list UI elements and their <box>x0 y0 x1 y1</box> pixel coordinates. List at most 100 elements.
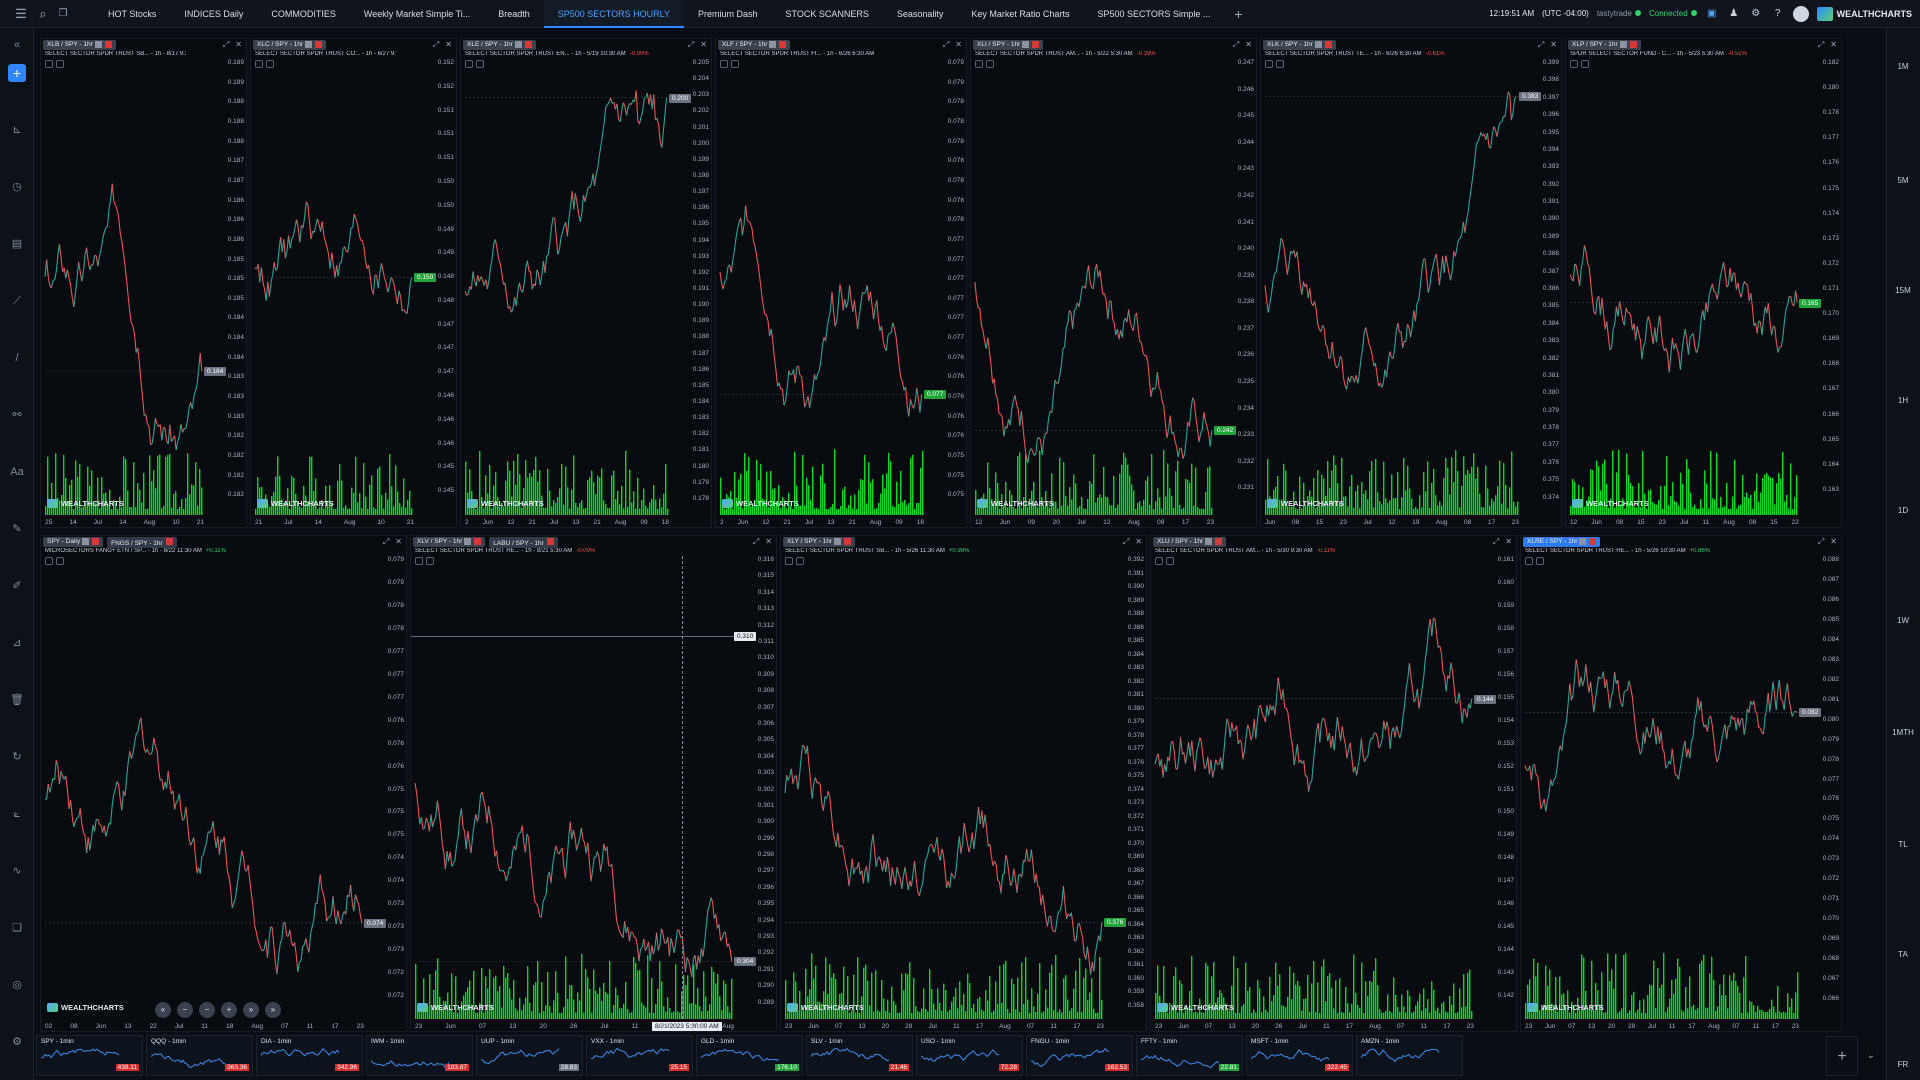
scroll-end-button[interactable]: » <box>265 1002 281 1018</box>
tab-1[interactable]: INDICES Daily <box>170 0 257 28</box>
chart-panel-11[interactable]: XLRE / SPY - 1hr ⤢ ✕ SELECT SECTOR SPDR TRU… <box>1520 535 1842 1032</box>
time-axis[interactable]: 21 Jul 14 Aug 10 21 <box>255 519 414 526</box>
chart-icon[interactable]: ⟀ <box>8 805 26 823</box>
timeframe-1d[interactable]: 1D <box>1890 506 1916 515</box>
tab-2[interactable]: COMMODITIES <box>257 0 350 28</box>
chart-panel-5[interactable]: XLK / SPY - 1hr ⤢ ✕ SELECT SECTOR SPDR TRUS… <box>1260 38 1562 528</box>
tab-8[interactable]: Seasonality <box>883 0 958 28</box>
measure-icon[interactable]: ⊿ <box>8 634 26 652</box>
price-axis[interactable]: 0.161 0.160 0.159 0.158 0.157 0.156 0.155 0.154… <box>1476 550 1514 1019</box>
help-icon[interactable]: ? <box>1771 7 1785 21</box>
price-axis[interactable]: 0.316 0.315 0.314 0.313 0.312 0.311 0.310 0.309… <box>736 550 774 1019</box>
ticker-tile[interactable]: SPY - 1min 438.11 <box>36 1035 143 1076</box>
price-plot[interactable] <box>971 39 1257 528</box>
line-icon[interactable]: / <box>8 349 26 367</box>
ticker-tile[interactable]: QQQ - 1min 363.36 <box>146 1035 253 1076</box>
collapse-icon[interactable]: « <box>8 36 26 54</box>
chevron-down-icon[interactable]: ⌄ <box>1862 1036 1880 1076</box>
zoom-out-button[interactable]: − <box>177 1002 193 1018</box>
calendar-icon[interactable]: ▤ <box>8 235 26 253</box>
time-axis[interactable]: 2 Jun 12 21 Jul 13 21 Aug 09 18 <box>465 519 669 526</box>
link-icon[interactable]: ⚯ <box>8 406 26 424</box>
scroll-right-button[interactable]: » <box>243 1002 259 1018</box>
ticker-tile[interactable]: IWM - 1min 183.87 <box>366 1035 473 1076</box>
menu-icon[interactable]: ☰ <box>12 5 30 23</box>
timeframe-ta[interactable]: TA <box>1890 950 1916 959</box>
time-axis[interactable]: 02 08 Jun 13 22 Jul 11 18 Aug 07 11 17 23 <box>45 1023 364 1030</box>
timeframe-15m[interactable]: 15M <box>1890 286 1916 295</box>
target-icon[interactable]: ◎ <box>8 976 26 994</box>
ticker-tile[interactable]: MSFT - 1min 322.45 <box>1246 1035 1353 1076</box>
price-plot[interactable] <box>41 536 407 1032</box>
zoom-in-button[interactable]: + <box>221 1002 237 1018</box>
time-axis[interactable]: 25 14 Jul 14 Aug 10 21 <box>45 519 204 526</box>
ticker-tile[interactable]: GLD - 1min 176.10 <box>696 1035 803 1076</box>
timeframe-1w[interactable]: 1W <box>1890 616 1916 625</box>
tab-9[interactable]: Key Market Ratio Charts <box>957 0 1083 28</box>
time-axis[interactable]: 23 Jun 07 13 20 28 Jul 11 17 Aug 07 11 17 23 <box>785 1023 1104 1030</box>
chart-panel-6[interactable]: XLP / SPY - 1hr ⤢ ✕ SPDR SELECT SECTOR FUND… <box>1565 38 1842 528</box>
copy-icon[interactable]: ❐ <box>54 5 72 23</box>
trend-icon[interactable]: ⟋ <box>8 292 26 310</box>
time-axis[interactable]: 23 Jun 07 13 20 26 Jul 11 17 21 Aug <box>415 1023 734 1030</box>
avatar[interactable] <box>1792 5 1809 22</box>
timeframe-1h[interactable]: 1H <box>1890 396 1916 405</box>
trash-icon[interactable]: 🗑 <box>8 691 26 709</box>
ticker-tile[interactable]: VXX - 1min 25.15 <box>586 1035 693 1076</box>
price-axis[interactable]: 0.399 0.398 0.397 0.396 0.395 0.394 0.393 0.392… <box>1521 53 1559 515</box>
ticker-tile[interactable]: UUP - 1min 28.83 <box>476 1035 583 1076</box>
timeframe-1mth[interactable]: 1MTH <box>1890 728 1916 737</box>
price-plot[interactable] <box>1521 536 1842 1032</box>
timeframe-fr[interactable]: FR <box>1890 1060 1916 1069</box>
price-plot[interactable] <box>411 536 777 1032</box>
ruler-icon[interactable]: ⊾ <box>8 121 26 139</box>
indicator-icon[interactable]: ∿ <box>8 862 26 880</box>
price-plot[interactable] <box>1261 39 1562 528</box>
time-axis[interactable]: 2 Jun 12 21 Jul 13 21 Aug 09 18 <box>720 519 924 526</box>
tab-5[interactable]: SP500 SECTORS HOURLY <box>543 0 684 28</box>
tab-0[interactable]: HOT Stocks <box>94 0 170 28</box>
price-axis[interactable]: 0.205 0.204 0.203 0.202 0.201 0.200 0.199 0.198… <box>671 53 709 515</box>
settings-icon[interactable]: ⚙ <box>8 1033 26 1051</box>
timeframe-1m[interactable]: 1M <box>1890 62 1916 71</box>
scroll-left-button[interactable]: « <box>155 1002 171 1018</box>
price-axis[interactable]: 0.152 0.152 0.151 0.151 0.151 0.150 0.150 0.149… <box>416 53 454 515</box>
price-plot[interactable] <box>781 536 1147 1032</box>
ticker-tile[interactable]: USO - 1min 72.28 <box>916 1035 1023 1076</box>
layers-icon[interactable]: ❏ <box>8 919 26 937</box>
time-axis[interactable]: Jun 08 15 23 Jul 12 19 Aug 08 17 23 <box>1265 519 1519 526</box>
price-axis[interactable]: 0.189 0.189 0.188 0.188 0.188 0.187 0.187 0.186… <box>206 53 244 515</box>
chart-panel-4[interactable]: XLI / SPY - 1hr ⤢ ✕ SELECT SECTOR SPDR TRUS… <box>970 38 1257 528</box>
chart-panel-8[interactable]: XLV / SPY - 1hr LABU / SPY - 1hr ⤢ ✕ SELECT … <box>410 535 777 1032</box>
tab-6[interactable]: Premium Dash <box>684 0 772 28</box>
tab-7[interactable]: STOCK SCANNERS <box>772 0 883 28</box>
gear-icon[interactable]: ⚙ <box>1749 7 1763 21</box>
time-axis[interactable]: 23 Jun 07 13 20 26 Jul 11 17 Aug 07 11 17 23 <box>1155 1023 1474 1030</box>
price-plot[interactable] <box>1151 536 1517 1032</box>
add-ticker-button[interactable]: + <box>1826 1036 1858 1076</box>
brush-icon[interactable]: ✐ <box>8 577 26 595</box>
ticker-tile[interactable]: DIA - 1min 342.96 <box>256 1035 363 1076</box>
price-axis[interactable]: 0.079 0.079 0.078 0.078 0.077 0.077 0.077 0.076… <box>366 550 404 1019</box>
tab-10[interactable]: SP500 SECTORS Simple ... <box>1083 0 1224 28</box>
tab-4[interactable]: Breadth <box>484 0 544 28</box>
pencil-icon[interactable]: ✎ <box>8 520 26 538</box>
price-axis[interactable]: 0.088 0.087 0.086 0.085 0.084 0.083 0.082 0.081… <box>1801 550 1839 1019</box>
ticker-tile[interactable]: SLV - 1min 21.46 <box>806 1035 913 1076</box>
ticker-tile[interactable]: FNGU - 1min 162.53 <box>1026 1035 1133 1076</box>
cart-icon[interactable]: ▣ <box>1705 7 1719 21</box>
chart-panel-1[interactable]: XLC / SPY - 1hr ⤢ ✕ SELECT SECTOR SPDR TRUS… <box>250 38 457 528</box>
add-tab-button[interactable]: + <box>1224 6 1252 22</box>
refresh-icon[interactable]: ↻ <box>8 748 26 766</box>
chart-panel-2[interactable]: XLE / SPY - 1hr ⤢ ✕ SELECT SECTOR SPDR TRUS… <box>460 38 712 528</box>
tab-3[interactable]: Weekly Market Simple Ti... <box>350 0 484 28</box>
zoom-reset-button[interactable]: − <box>199 1002 215 1018</box>
chart-panel-10[interactable]: XLU / SPY - 1hr ⤢ ✕ SELECT SECTOR SPDR TRUS… <box>1150 535 1517 1032</box>
chart-panel-3[interactable]: XLF / SPY - 1hr ⤢ ✕ SELECT SECTOR SPDR TRUS… <box>715 38 967 528</box>
plus-icon[interactable]: + <box>8 64 26 82</box>
price-axis[interactable]: 0.079 0.079 0.078 0.078 0.078 0.078 0.078 0.078… <box>926 53 964 515</box>
timeframe-5m[interactable]: 5M <box>1890 176 1916 185</box>
time-axis[interactable]: 23 Jun 07 13 20 28 Jul 11 17 Aug 07 11 17 23 <box>1525 1023 1799 1030</box>
chart-panel-7[interactable]: SPY - Daily FNGS / SPY - 1hr ⤢ ✕ MICROSECTOR… <box>40 535 407 1032</box>
timezone[interactable]: (UTC -04:00) <box>1542 9 1589 18</box>
